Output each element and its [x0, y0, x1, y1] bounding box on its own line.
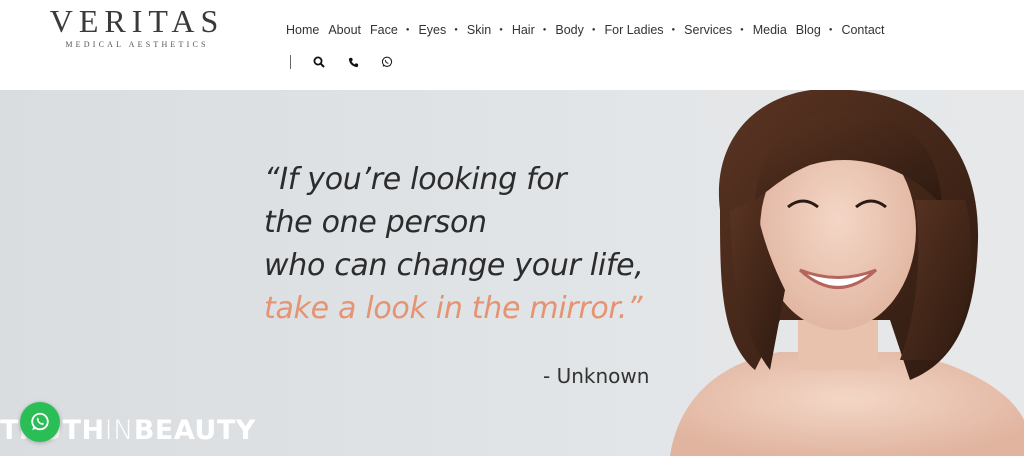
nav-label: For Ladies	[604, 23, 664, 37]
nav-label: About	[328, 23, 362, 37]
whatsapp-icon	[31, 412, 49, 431]
caret-down-icon: ●	[542, 27, 547, 33]
quote-author: - Unknown	[543, 364, 650, 388]
nav-label: Face	[370, 23, 398, 37]
nav-label: Services	[684, 23, 733, 37]
nav-label: Body	[555, 23, 584, 37]
nav-label: Home	[286, 23, 320, 37]
main-nav: Home About Face ● Eyes ● Skin ● Hair ● Body ●…	[286, 23, 894, 37]
nav-item-body[interactable]: Body ●	[555, 23, 595, 37]
nav-item-face[interactable]: Face ●	[370, 23, 409, 37]
nav-label: Hair	[511, 23, 535, 37]
nav-item-media[interactable]: Media	[753, 23, 787, 37]
caret-down-icon: ●	[499, 27, 503, 33]
nav-item-contact[interactable]: Contact	[841, 23, 884, 37]
nav-item-for-ladies[interactable]: For Ladies ●	[604, 23, 675, 37]
nav-label: Skin	[466, 23, 492, 37]
brand-logo[interactable]: VERITAS MEDICAL AESTHETICS	[44, 4, 230, 49]
phone-icon[interactable]	[345, 54, 361, 70]
nav-label: Eyes	[418, 23, 447, 37]
nav-label: Blog	[795, 23, 821, 37]
nav-tools	[290, 54, 413, 70]
nav-item-services[interactable]: Services ●	[684, 23, 744, 37]
quote-line: who can change your life,	[264, 248, 644, 283]
nav-label: Media	[752, 23, 787, 37]
hero-quote: “If you’re looking for the one person wh…	[264, 158, 644, 330]
caret-down-icon: ●	[454, 27, 458, 33]
brand-name: VERITAS	[49, 3, 225, 39]
nav-item-home[interactable]: Home	[286, 23, 319, 37]
whatsapp-icon[interactable]	[379, 54, 395, 70]
quote-line: the one person	[264, 205, 487, 240]
hero-banner: “If you’re looking for the one person wh…	[0, 90, 1024, 456]
tagline-part: BEAUTY	[133, 415, 256, 446]
nav-item-skin[interactable]: Skin ●	[467, 23, 503, 37]
caret-down-icon: ●	[405, 27, 410, 33]
caret-down-icon: ●	[740, 27, 744, 33]
brand-subtitle: MEDICAL AESTHETICS	[65, 40, 209, 49]
site-header: VERITAS MEDICAL AESTHETICS Home About Fa…	[0, 0, 1024, 90]
nav-label: Contact	[841, 23, 885, 37]
quote-accent-line: take a look in the mirror.”	[264, 291, 643, 326]
nav-item-about[interactable]: About	[328, 23, 361, 37]
search-icon[interactable]	[311, 54, 327, 70]
nav-item-blog[interactable]: Blog ●	[796, 23, 833, 37]
nav-item-hair[interactable]: Hair ●	[512, 23, 547, 37]
caret-down-icon: ●	[828, 27, 833, 33]
model-portrait	[670, 90, 1024, 456]
caret-down-icon: ●	[671, 27, 676, 33]
nav-divider	[290, 55, 291, 69]
nav-item-eyes[interactable]: Eyes ●	[418, 23, 457, 37]
quote-line: “If you’re looking for	[264, 162, 567, 197]
tagline-part: IN	[104, 415, 134, 446]
caret-down-icon: ●	[591, 27, 596, 33]
whatsapp-chat-button[interactable]	[20, 402, 60, 442]
